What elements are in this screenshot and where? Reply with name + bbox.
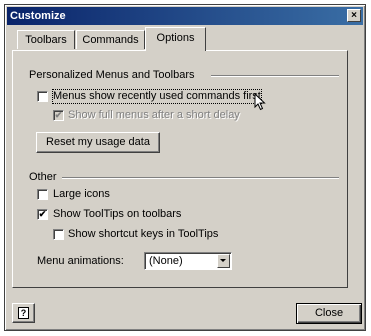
close-button-label: Close: [314, 307, 344, 319]
recent-first-label[interactable]: Menus show recently used commands first: [52, 89, 262, 104]
tab-commands-label: Commands: [82, 34, 139, 46]
tab-toolbars[interactable]: Toolbars: [17, 30, 75, 49]
dialog-title: Customize: [10, 10, 66, 22]
menu-animations-label: Menu animations:: [37, 255, 124, 267]
show-tooltips-label[interactable]: Show ToolTips on toolbars: [53, 208, 181, 221]
reset-usage-data-button[interactable]: Reset my usage data: [36, 132, 160, 153]
tab-options-label: Options: [156, 32, 195, 44]
check-icon: ✔: [38, 209, 47, 219]
menu-animations-select[interactable]: (None): [144, 252, 232, 270]
shortcut-keys-checkbox[interactable]: [53, 229, 64, 240]
large-icons-checkbox[interactable]: [37, 189, 48, 200]
personalized-heading: Personalized Menus and Toolbars: [29, 69, 195, 81]
close-icon[interactable]: ×: [347, 9, 361, 22]
chevron-down-icon[interactable]: [217, 254, 230, 268]
full-menus-delay-label: Show full menus after a short delay: [68, 109, 240, 121]
help-button[interactable]: ?: [12, 303, 35, 323]
other-heading: Other: [29, 171, 57, 183]
tab-options[interactable]: Options: [145, 27, 206, 51]
mouse-pointer-icon: [254, 93, 266, 111]
tab-toolbars-label: Toolbars: [25, 34, 67, 46]
show-tooltips-checkbox[interactable]: ✔: [37, 209, 48, 220]
close-button[interactable]: Close: [296, 303, 362, 324]
other-divider: [62, 177, 339, 179]
recent-first-checkbox[interactable]: [37, 91, 48, 102]
large-icons-label[interactable]: Large icons: [53, 188, 110, 201]
reset-usage-data-label: Reset my usage data: [46, 136, 150, 148]
menu-animations-value: (None): [149, 255, 183, 267]
full-menus-delay-checkbox[interactable]: ✔: [53, 110, 64, 121]
personalized-divider: [211, 75, 339, 77]
help-icon: ?: [18, 307, 29, 319]
shortcut-keys-label[interactable]: Show shortcut keys in ToolTips: [68, 228, 218, 241]
title-bar[interactable]: Customize ×: [7, 7, 363, 25]
tab-commands[interactable]: Commands: [76, 30, 145, 49]
check-icon: ✔: [54, 110, 63, 120]
